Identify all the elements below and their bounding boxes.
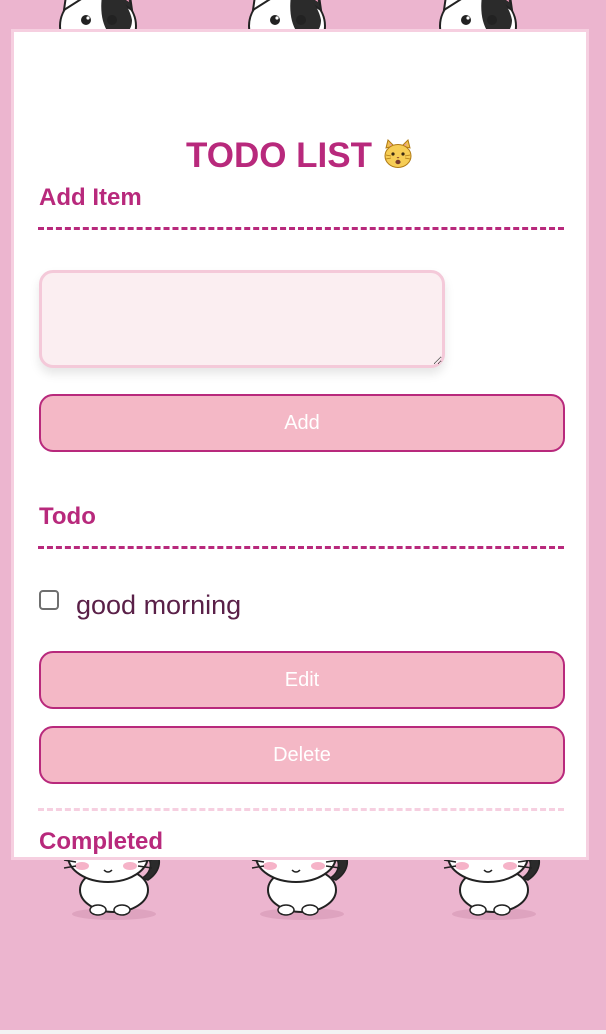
delete-button[interactable]: Delete <box>39 726 565 784</box>
completed-heading: Completed <box>39 828 164 855</box>
completed-divider <box>38 808 564 811</box>
todo-item-text: good morning <box>76 590 242 620</box>
todo-divider <box>38 546 564 549</box>
new-item-input[interactable] <box>39 270 445 368</box>
page-title: TODO LIST <box>14 136 586 176</box>
page-title-text: TODO LIST <box>185 136 373 175</box>
todo-item-checkbox[interactable] <box>39 590 59 610</box>
page-bottom-edge <box>0 1030 606 1034</box>
add-item-heading: Add Item <box>39 184 142 211</box>
add-item-divider <box>38 227 564 230</box>
cat-face-icon <box>384 138 412 168</box>
todo-heading: Todo <box>39 503 96 530</box>
todo-card: TODO LIST Add Item Add Todo good morning… <box>11 29 589 860</box>
todo-item: good morning <box>39 587 565 623</box>
add-button[interactable]: Add <box>39 394 565 452</box>
edit-button[interactable]: Edit <box>39 651 565 709</box>
